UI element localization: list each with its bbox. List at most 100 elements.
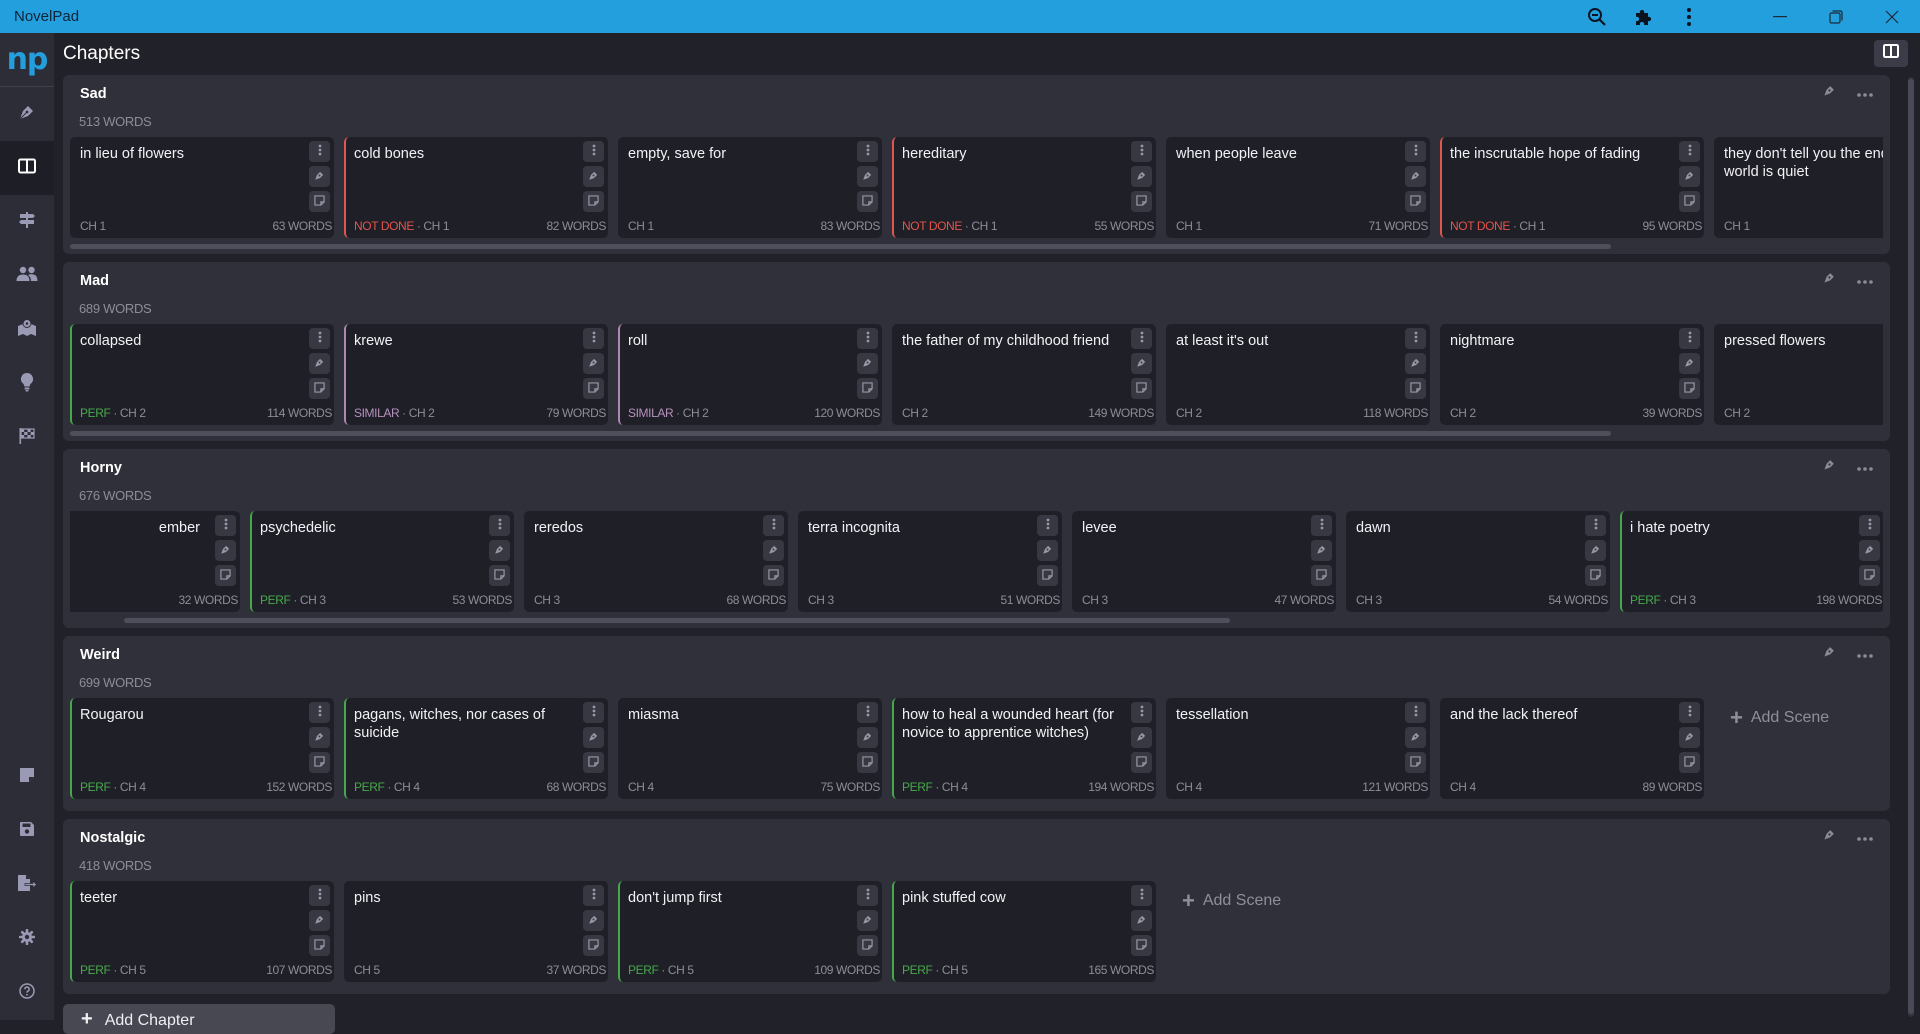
more-vert-icon[interactable]	[1666, 0, 1712, 33]
scene-card[interactable]: pins CH 5 37 WORDS	[344, 881, 608, 982]
scene-menu-button[interactable]	[1679, 328, 1700, 349]
scene-note-button[interactable]	[583, 191, 604, 212]
scene-menu-button[interactable]	[1131, 885, 1152, 906]
scene-card[interactable]: they don't tell you the end the world is…	[1714, 137, 1883, 238]
scene-note-button[interactable]	[1859, 565, 1880, 586]
scene-note-button[interactable]	[1679, 378, 1700, 399]
restore-button[interactable]	[1808, 0, 1864, 33]
scene-card[interactable]: in lieu of flowers CH 1 63 WORDS	[70, 137, 334, 238]
scene-menu-button[interactable]	[1311, 515, 1332, 536]
chapter-more-button[interactable]	[1855, 827, 1875, 847]
sidebar-item-notes[interactable]	[0, 750, 54, 804]
sidebar-item-save[interactable]	[0, 804, 54, 858]
scene-card[interactable]: pagans, witches, nor cases of suicide PE…	[344, 698, 608, 799]
scene-note-button[interactable]	[857, 935, 878, 956]
scene-write-button[interactable]	[1679, 727, 1700, 748]
add-chapter-button[interactable]: + Add Chapter	[63, 1004, 335, 1034]
chapter-edit-button[interactable]	[1819, 270, 1839, 290]
scene-card[interactable]: when people leave CH 1 71 WORDS	[1166, 137, 1430, 238]
scene-write-button[interactable]	[857, 727, 878, 748]
zoom-out-icon[interactable]	[1574, 0, 1620, 33]
scene-card[interactable]: at least it's out CH 2 118 WORDS	[1166, 324, 1430, 425]
scene-card[interactable]: how to heal a wounded heart (for novice …	[892, 698, 1156, 799]
scene-write-button[interactable]	[857, 353, 878, 374]
sidebar-item-settings[interactable]	[0, 912, 54, 966]
horizontal-scrollbar-thumb[interactable]	[70, 244, 1612, 249]
sidebar-item-plot[interactable]	[0, 195, 54, 249]
scene-menu-button[interactable]	[1585, 515, 1606, 536]
scene-write-button[interactable]	[489, 540, 510, 561]
scene-note-button[interactable]	[1405, 378, 1426, 399]
scene-card[interactable]: Rougarou PERF · CH 4 152 WORDS	[70, 698, 334, 799]
scene-note-button[interactable]	[1311, 565, 1332, 586]
sidebar-item-help[interactable]	[0, 966, 54, 1020]
chapter-more-button[interactable]	[1855, 644, 1875, 664]
scene-menu-button[interactable]	[763, 515, 784, 536]
scene-write-button[interactable]	[309, 166, 330, 187]
scene-menu-button[interactable]	[1679, 702, 1700, 723]
scene-card[interactable]: dawn CH 3 54 WORDS	[1346, 511, 1610, 612]
scene-menu-button[interactable]	[309, 885, 330, 906]
scene-card[interactable]: miasma CH 4 75 WORDS	[618, 698, 882, 799]
chapter-edit-button[interactable]	[1819, 457, 1839, 477]
scene-write-button[interactable]	[1405, 353, 1426, 374]
sidebar-item-write[interactable]	[0, 87, 54, 141]
scene-write-button[interactable]	[763, 540, 784, 561]
scene-note-button[interactable]	[309, 191, 330, 212]
sidebar-item-ideas[interactable]	[0, 357, 54, 411]
scene-menu-button[interactable]	[583, 885, 604, 906]
scene-menu-button[interactable]	[1037, 515, 1058, 536]
scene-write-button[interactable]	[857, 910, 878, 931]
chapter-name[interactable]: Sad	[80, 86, 107, 102]
scene-note-button[interactable]	[309, 935, 330, 956]
horizontal-scrollbar[interactable]	[70, 240, 1883, 254]
horizontal-scrollbar[interactable]	[70, 427, 1883, 441]
scene-card[interactable]: krewe SIMILAR · CH 2 79 WORDS	[344, 324, 608, 425]
scene-card[interactable]: teeter PERF · CH 5 107 WORDS	[70, 881, 334, 982]
layout-toggle-button[interactable]	[1874, 40, 1908, 67]
scene-card[interactable]: pressed flowers CH 2	[1714, 324, 1883, 425]
scene-menu-button[interactable]	[857, 141, 878, 162]
scene-card[interactable]: the father of my childhood friend CH 2 1…	[892, 324, 1156, 425]
scene-note-button[interactable]	[1405, 752, 1426, 773]
chapter-more-button[interactable]	[1855, 270, 1875, 290]
scene-card[interactable]: nightmare CH 2 39 WORDS	[1440, 324, 1704, 425]
chapter-name[interactable]: Mad	[80, 273, 109, 289]
scene-menu-button[interactable]	[857, 885, 878, 906]
scene-menu-button[interactable]	[857, 328, 878, 349]
horizontal-scrollbar[interactable]	[70, 614, 1883, 628]
scene-menu-button[interactable]	[1405, 141, 1426, 162]
scene-write-button[interactable]	[583, 727, 604, 748]
scene-write-button[interactable]	[309, 910, 330, 931]
scene-write-button[interactable]	[1679, 353, 1700, 374]
sidebar-item-export[interactable]	[0, 858, 54, 912]
scene-note-button[interactable]	[583, 378, 604, 399]
scene-card[interactable]: and the lack thereof CH 4 89 WORDS	[1440, 698, 1704, 799]
scene-write-button[interactable]	[309, 353, 330, 374]
sidebar-item-locations[interactable]	[0, 303, 54, 357]
scene-write-button[interactable]	[1405, 166, 1426, 187]
novelpad-logo[interactable]: np	[0, 33, 54, 87]
scene-card[interactable]: tessellation CH 4 121 WORDS	[1166, 698, 1430, 799]
scene-note-button[interactable]	[489, 565, 510, 586]
scene-menu-button[interactable]	[1131, 328, 1152, 349]
sidebar-item-goals[interactable]	[0, 411, 54, 465]
scene-card[interactable]: empty, save for CH 1 83 WORDS	[618, 137, 882, 238]
scene-note-button[interactable]	[1131, 935, 1152, 956]
scene-note-button[interactable]	[1585, 565, 1606, 586]
scene-card[interactable]: roll SIMILAR · CH 2 120 WORDS	[618, 324, 882, 425]
scene-card[interactable]: the inscrutable hope of fading NOT DONE …	[1440, 137, 1704, 238]
scene-note-button[interactable]	[215, 565, 236, 586]
chapter-edit-button[interactable]	[1819, 827, 1839, 847]
scene-note-button[interactable]	[1131, 752, 1152, 773]
scene-note-button[interactable]	[1131, 191, 1152, 212]
scene-write-button[interactable]	[1131, 910, 1152, 931]
horizontal-scrollbar-thumb[interactable]	[124, 618, 1231, 623]
scene-note-button[interactable]	[1679, 191, 1700, 212]
scene-menu-button[interactable]	[1859, 515, 1880, 536]
scene-menu-button[interactable]	[309, 702, 330, 723]
scene-write-button[interactable]	[309, 727, 330, 748]
scene-note-button[interactable]	[309, 378, 330, 399]
scene-menu-button[interactable]	[583, 702, 604, 723]
scene-card[interactable]: collapsed PERF · CH 2 114 WORDS	[70, 324, 334, 425]
